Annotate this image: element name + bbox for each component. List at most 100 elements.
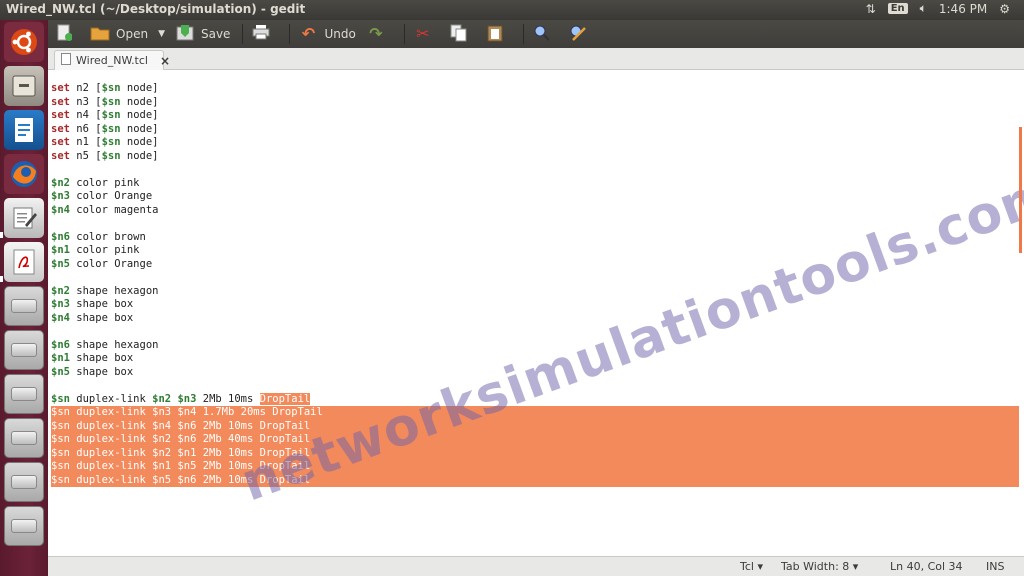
code-token: color magenta [69, 203, 159, 216]
code-line[interactable]: $sn duplex-link $n4 $n6 2Mb 10ms DropTai… [51, 419, 1019, 433]
code-line[interactable] [51, 514, 1019, 528]
paste-button[interactable] [485, 22, 511, 46]
code-token: set [51, 122, 70, 135]
code-token: $n6 [51, 338, 70, 351]
firefox-launcher[interactable] [4, 154, 44, 194]
code-token: color brown [69, 230, 146, 243]
code-line[interactable]: $n4 shape box [51, 312, 1019, 326]
close-icon[interactable]: × [160, 54, 170, 68]
keyboard-layout-indicator[interactable]: En [887, 3, 908, 14]
code-line[interactable]: set n3 [$sn node] [51, 96, 1019, 110]
code-line[interactable] [51, 487, 1019, 501]
code-token: node] [120, 149, 159, 162]
code-line[interactable]: set n4 [$sn node] [51, 109, 1019, 123]
code-token: $n5 [51, 365, 70, 378]
open-dropdown-icon[interactable]: ▼ [158, 29, 165, 39]
code-token: n5 [ [69, 149, 102, 162]
redo-button[interactable]: ↷ [366, 22, 392, 46]
code-line[interactable]: set n2 [$sn node] [51, 82, 1019, 96]
code-token: $sn [51, 392, 70, 405]
undo-label: Undo [324, 27, 356, 41]
new-document-button[interactable] [54, 22, 80, 46]
undo-button[interactable]: ↶ Undo [298, 22, 356, 46]
code-token: $sn [101, 136, 121, 148]
code-line[interactable] [51, 541, 1019, 555]
code-line[interactable]: $sn duplex-link $n5 $n6 2Mb 10ms DropTai… [51, 473, 1019, 487]
ubuntu-dash-button[interactable] [4, 22, 44, 62]
launcher [0, 20, 48, 576]
open-button[interactable]: Open ▼ [90, 22, 165, 46]
network-icon[interactable]: ⇅ [866, 2, 876, 16]
code-line[interactable]: set n5 [$sn node] [51, 150, 1019, 164]
gear-icon[interactable]: ⚙ [999, 2, 1010, 16]
clock[interactable]: 1:46 PM [939, 2, 987, 16]
code-line[interactable]: $n4 color magenta [51, 204, 1019, 218]
tab-width-selector[interactable]: Tab Width: 8 ▾ [781, 560, 858, 573]
save-button[interactable]: Save [175, 22, 230, 46]
code-line[interactable] [51, 163, 1019, 177]
code-line[interactable] [51, 528, 1019, 542]
code-token: $n1 [51, 352, 70, 364]
code-token: set [51, 149, 70, 162]
code-line[interactable]: $n3 shape box [51, 298, 1019, 312]
drive-launcher[interactable] [4, 330, 44, 370]
find-replace-icon [568, 24, 588, 44]
code-token: $sn [101, 82, 121, 94]
text-editor-area[interactable]: set n2 [$sn node] set n3 [$sn node] set n4… [48, 70, 1024, 556]
find-button[interactable] [532, 22, 558, 46]
cut-button[interactable]: ✂ [413, 22, 439, 46]
copy-button[interactable] [449, 22, 475, 46]
language-selector[interactable]: Tcl ▾ [740, 560, 763, 573]
volume-icon[interactable]: 🔈︎ [920, 1, 927, 16]
drive-icon [11, 519, 37, 533]
drive-launcher[interactable] [4, 462, 44, 502]
pencil-page-icon [13, 207, 37, 229]
code-line[interactable]: set n6 [$sn node] [51, 123, 1019, 137]
scissors-icon: ✂ [416, 24, 430, 43]
find-replace-button[interactable] [568, 22, 594, 46]
drive-launcher[interactable] [4, 286, 44, 326]
code-line[interactable]: $n3 color Orange [51, 190, 1019, 204]
files-launcher[interactable] [4, 66, 44, 106]
language-label: Tcl [740, 560, 754, 573]
print-button[interactable] [251, 22, 277, 46]
status-bar: Tcl ▾ Tab Width: 8 ▾ Ln 40, Col 34 INS [48, 556, 1024, 576]
code-token: color pink [69, 176, 140, 189]
toolbar: Open ▼ Save ↶ Undo ↷ ✂ [48, 20, 1024, 48]
undo-arrow-icon: ↶ [301, 24, 316, 43]
pdf-viewer-launcher[interactable] [4, 242, 44, 282]
code-line[interactable]: $sn duplex-link $n2 $n1 2Mb 10ms DropTai… [51, 446, 1019, 460]
code-token: $n3 [177, 392, 197, 405]
drive-icon [11, 431, 37, 445]
pdf-icon [13, 249, 35, 275]
code-line[interactable] [51, 501, 1019, 515]
code-token: $sn [101, 122, 121, 135]
code-token: shape box [69, 352, 134, 364]
drive-launcher[interactable] [4, 418, 44, 458]
code-token: shape box [69, 311, 134, 324]
code-line[interactable]: $sn duplex-link $n2 $n6 2Mb 40ms DropTai… [51, 433, 1019, 447]
drive-launcher[interactable] [4, 506, 44, 546]
code-line[interactable]: $sn duplex-link $n1 $n5 2Mb 10ms DropTai… [51, 460, 1019, 474]
code-token: node] [120, 109, 159, 121]
code-token: $n3 [51, 190, 70, 202]
code-line[interactable] [51, 325, 1019, 339]
code-line[interactable]: set n1 [$sn node] [51, 136, 1019, 150]
code-token: color Orange [69, 257, 153, 270]
code-token: $n1 [51, 244, 70, 256]
toolbar-separator [522, 24, 524, 44]
text-editor-launcher[interactable] [4, 198, 44, 238]
drive-icon [11, 343, 37, 357]
tab-wired-nw[interactable]: Wired_NW.tcl × [54, 50, 170, 70]
code-token: n6 [ [69, 122, 102, 135]
code-token: shape box [69, 298, 134, 310]
code-token: node] [120, 82, 159, 94]
cursor-position: Ln 40, Col 34 [890, 560, 963, 573]
code-line[interactable]: $n2 color pink [51, 177, 1019, 191]
scrollbar-thumb[interactable] [1019, 127, 1022, 253]
code-content[interactable]: set n2 [$sn node] set n3 [$sn node] set n4… [51, 82, 1019, 556]
file-cabinet-icon [12, 75, 36, 97]
drive-launcher[interactable] [4, 374, 44, 414]
writer-launcher[interactable] [4, 110, 44, 150]
code-token: shape box [69, 365, 134, 378]
